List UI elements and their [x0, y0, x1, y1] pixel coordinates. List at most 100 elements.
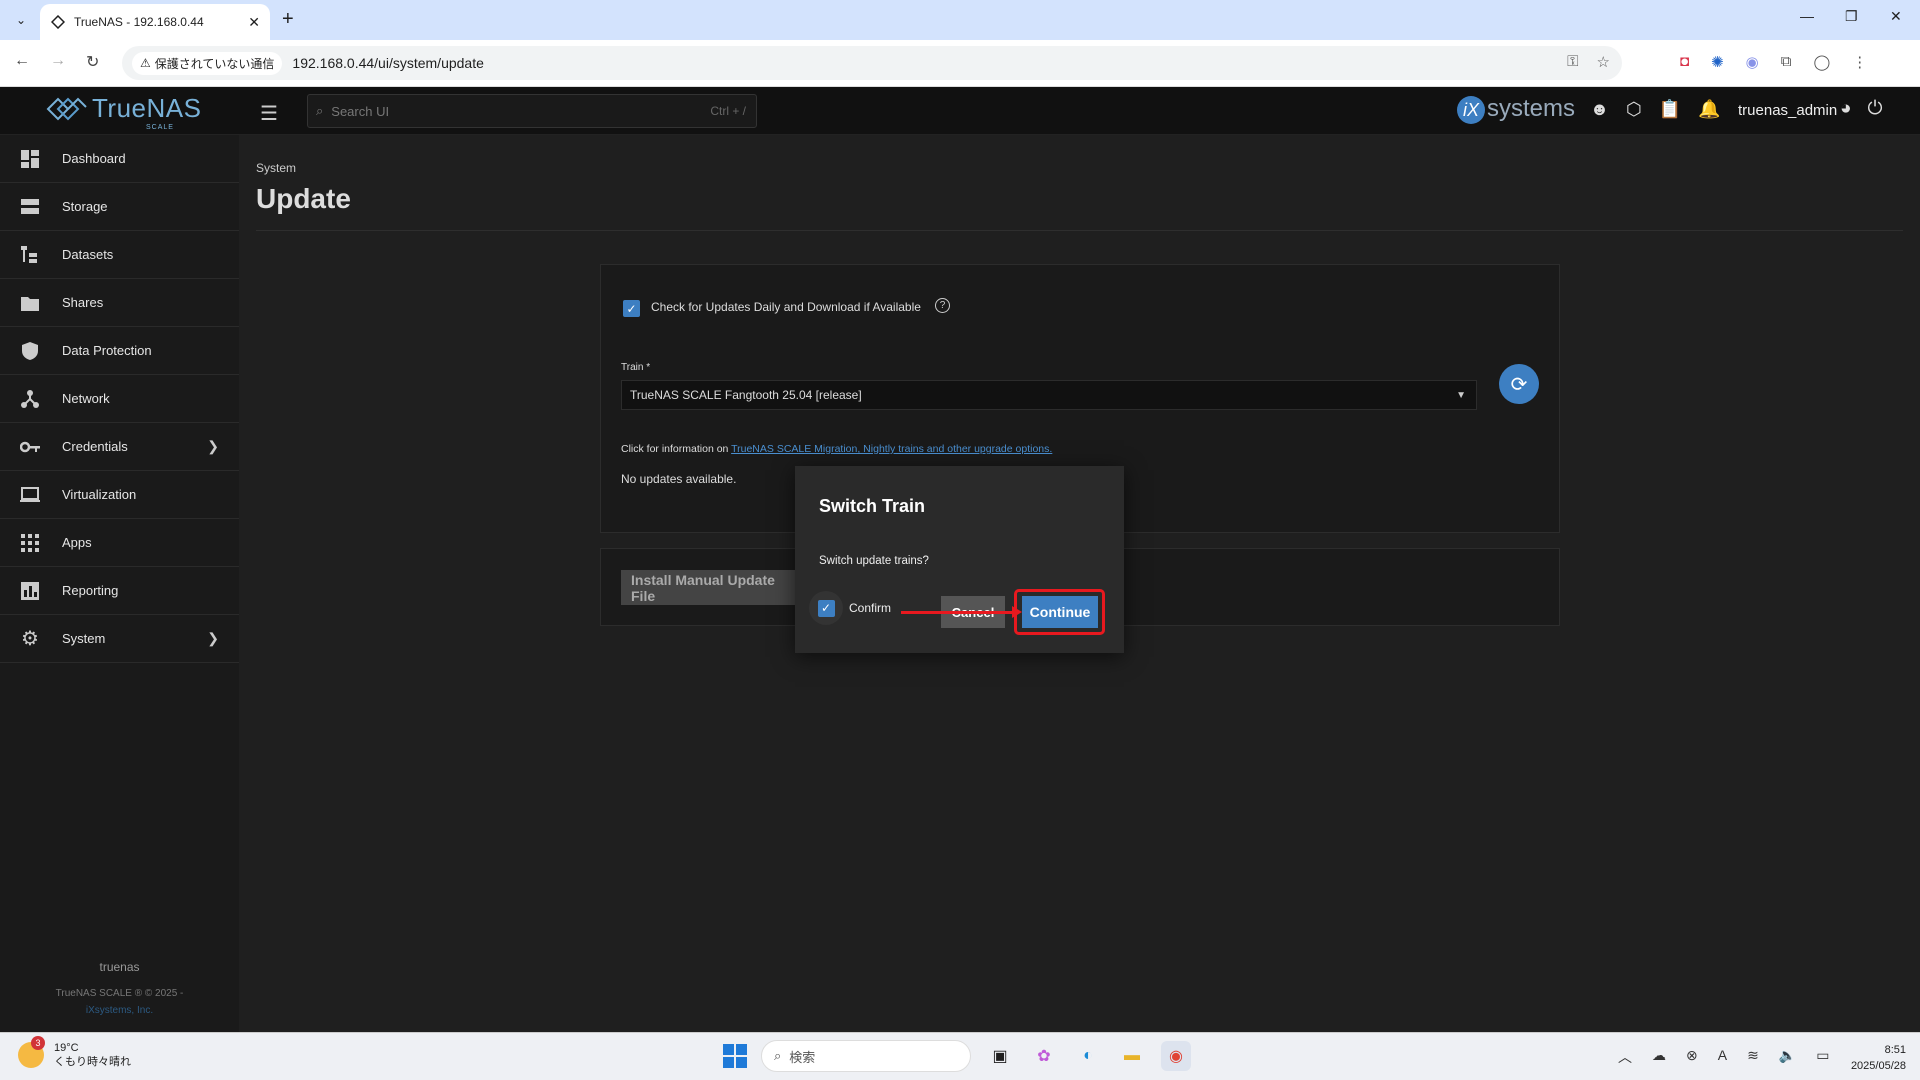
install-manual-update-button[interactable]: Install Manual Update File	[621, 570, 801, 605]
search-icon: ⌕	[316, 103, 324, 118]
menu-toggle-icon[interactable]: ☰	[260, 101, 278, 126]
annotation-arrow	[901, 611, 1016, 614]
start-button[interactable]	[723, 1044, 747, 1068]
confirm-label[interactable]: Confirm	[849, 601, 891, 615]
sidebar-item-shares[interactable]: Shares	[0, 279, 239, 327]
tab-close-icon[interactable]: ✕	[248, 14, 260, 31]
restore-button[interactable]: ❐	[1845, 8, 1858, 25]
sidebar: Dashboard Storage Datasets Shares Data P…	[0, 135, 239, 1032]
truenas-logo[interactable]: TrueNAS SCALE	[46, 93, 201, 131]
sidebar-item-virtualization[interactable]: Virtualization	[0, 471, 239, 519]
sidebar-item-data-protection[interactable]: Data Protection	[0, 327, 239, 375]
browser-menu-icon[interactable]: ⋮	[1852, 53, 1867, 71]
truecommand-icon[interactable]: ⬡	[1626, 99, 1642, 120]
truenas-favicon	[50, 14, 66, 30]
security-chip[interactable]: ⚠ 保護されていない通信	[132, 51, 283, 75]
sidebar-item-label: Storage	[62, 199, 108, 214]
battery-icon[interactable]: ▭	[1816, 1047, 1829, 1067]
username[interactable]: truenas_admin	[1738, 102, 1837, 119]
warning-icon: ⚠	[140, 56, 151, 70]
hostname: truenas	[99, 960, 140, 974]
sidebar-item-reporting[interactable]: Reporting	[0, 567, 239, 615]
forward-button[interactable]: →	[50, 52, 66, 70]
clock[interactable]: 8:51 2025/05/28	[1836, 1042, 1906, 1074]
sidebar-item-label: Credentials	[62, 439, 128, 454]
window-close-button[interactable]: ✕	[1890, 8, 1902, 25]
address-bar[interactable]: ⚠ 保護されていない通信 192.168.0.44/ui/system/upda…	[122, 46, 1622, 80]
sidebar-item-storage[interactable]: Storage	[0, 183, 239, 231]
volume-icon[interactable]: 🔈	[1779, 1047, 1796, 1067]
clock-time: 8:51	[1884, 1044, 1906, 1056]
search-input[interactable]: ⌕ Search UI Ctrl + /	[307, 94, 757, 128]
weather-widget[interactable]: 3 19°C くもり時々晴れ	[18, 1036, 131, 1069]
ix-mark: iX	[1457, 96, 1485, 124]
update-status: No updates available.	[621, 472, 737, 486]
tab-search-button[interactable]: ⌄	[10, 9, 32, 31]
taskbar-search-placeholder: 検索	[789, 1049, 816, 1065]
bookmark-star-icon[interactable]: ☆	[1597, 53, 1610, 71]
company-link[interactable]: iXsystems, Inc.	[0, 1002, 239, 1019]
password-key-icon[interactable]: ⚿	[1567, 53, 1578, 71]
train-select[interactable]: TrueNAS SCALE Fangtooth 25.04 [release] …	[621, 380, 1477, 410]
sidebar-item-dashboard[interactable]: Dashboard	[0, 135, 239, 183]
edge-icon[interactable]: ◐	[1073, 1041, 1103, 1071]
dialog-title: Switch Train	[819, 496, 926, 516]
new-tab-button[interactable]: +	[282, 8, 294, 31]
bar-chart-icon	[20, 581, 40, 601]
account-icon[interactable]: ◕	[1840, 98, 1851, 120]
breadcrumb[interactable]: System	[256, 161, 296, 175]
wifi-icon[interactable]: ≋	[1747, 1047, 1759, 1067]
sidebar-item-label: Reporting	[62, 583, 119, 598]
extension-icon-purple[interactable]: ◉	[1746, 53, 1759, 71]
profile-avatar-icon[interactable]: ◯	[1813, 53, 1830, 71]
sidebar-item-label: Apps	[62, 535, 92, 550]
pocket-extension-icon[interactable]: ◘	[1680, 53, 1689, 71]
refresh-button[interactable]: ⟳	[1499, 364, 1539, 404]
shares-icon	[20, 293, 40, 313]
back-button[interactable]: ←	[14, 52, 30, 70]
key-icon	[20, 437, 40, 457]
confirm-checkbox[interactable]: ✓	[817, 599, 835, 617]
onedrive-icon[interactable]: ☁	[1652, 1047, 1666, 1067]
reload-button[interactable]: ↻	[86, 52, 99, 72]
taskbar-search[interactable]: ⌕ 検索	[761, 1040, 971, 1072]
sidebar-item-network[interactable]: Network	[0, 375, 239, 423]
sidebar-item-datasets[interactable]: Datasets	[0, 231, 239, 279]
extensions-puzzle-icon[interactable]: ⧉	[1781, 53, 1792, 71]
train-label: Train *	[621, 362, 651, 373]
help-icon[interactable]: ?	[935, 298, 950, 313]
gear-icon: ⚙	[21, 628, 39, 650]
migration-info-link[interactable]: TrueNAS SCALE Migration, Nightly trains …	[731, 443, 1052, 455]
tab-title: TrueNAS - 192.168.0.44	[74, 15, 204, 29]
laptop-icon	[20, 485, 40, 505]
chrome-icon[interactable]: ◉	[1161, 1041, 1191, 1071]
sidebar-item-credentials[interactable]: Credentials ❯	[0, 423, 239, 471]
search-placeholder: Search UI	[331, 103, 390, 119]
sidebar-item-label: Shares	[62, 295, 104, 310]
info-line: Click for information on TrueNAS SCALE M…	[621, 443, 1052, 455]
weather-text: くもり時々晴れ	[54, 1056, 131, 1068]
shield-icon	[20, 341, 40, 361]
ime-icon[interactable]: A	[1718, 1047, 1727, 1067]
sidebar-item-label: Virtualization	[62, 487, 137, 502]
notifications-bell-icon[interactable]: 🔔	[1698, 99, 1720, 120]
divider	[256, 230, 1903, 231]
sidebar-item-system[interactable]: ⚙ System ❯	[0, 615, 239, 663]
extension-icon-blue[interactable]: ✺	[1711, 53, 1724, 71]
tray-overflow-icon[interactable]: ︿	[1618, 1047, 1632, 1067]
minimize-button[interactable]: —	[1800, 8, 1814, 24]
file-explorer-icon[interactable]: ▬	[1117, 1041, 1147, 1071]
power-icon[interactable]: ⏻	[1867, 98, 1882, 120]
copilot-icon[interactable]: ✿	[1029, 1041, 1059, 1071]
auto-update-checkbox[interactable]: ✓	[623, 300, 640, 317]
page-title: Update	[256, 183, 351, 214]
tray-app-icon[interactable]: ⊗	[1686, 1047, 1698, 1067]
feedback-smiley-icon[interactable]: ☻	[1590, 99, 1609, 120]
jobs-clipboard-icon[interactable]: 📋	[1659, 99, 1681, 120]
task-view-icon[interactable]: ▣	[985, 1041, 1015, 1071]
sidebar-item-apps[interactable]: Apps	[0, 519, 239, 567]
url-text: 192.168.0.44/ui/system/update	[292, 55, 484, 71]
ixsystems-logo[interactable]: iX systems	[1457, 95, 1575, 124]
browser-tab[interactable]: TrueNAS - 192.168.0.44 ✕	[40, 4, 270, 40]
confirm-checkbox-ripple: ✓	[809, 591, 843, 625]
